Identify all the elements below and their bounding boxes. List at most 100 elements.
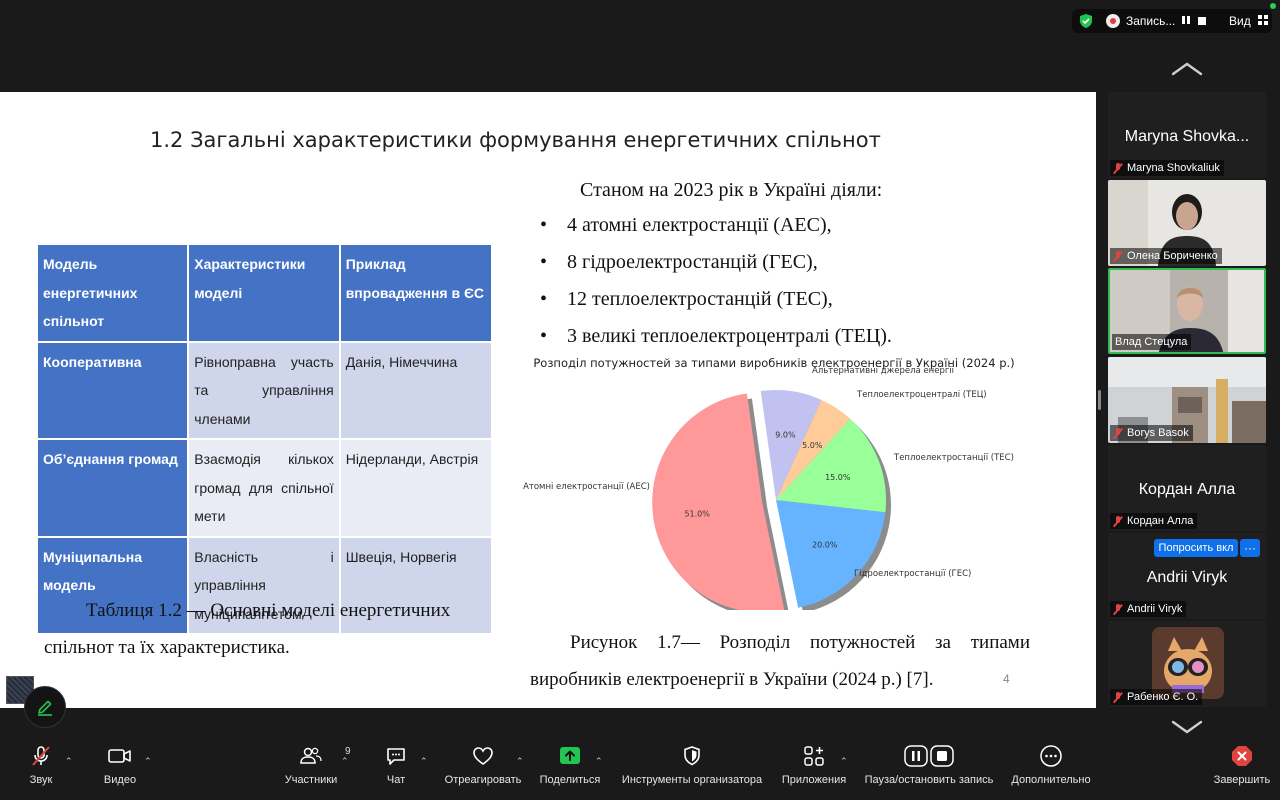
table-header-row: Модель енергетичних спільнот Характерист… [35,243,494,343]
ask-to-unmute-button[interactable]: Попросить вкл [1154,539,1238,557]
shield-icon [684,746,700,766]
apps-options-chevron-icon[interactable]: ⌃ [840,756,848,767]
chat-options-chevron-icon[interactable]: ⌃ [420,756,428,767]
host-tools-label: Инструменты организатора [621,774,763,786]
shared-screen-slide: 1.2 Загальні характеристики формування е… [0,92,1096,708]
mic-muted-icon [1113,603,1123,615]
participant-label: Влад Стецула [1112,334,1192,350]
participant-tile[interactable]: Borys Basok [1108,357,1266,443]
video-options-chevron-icon[interactable]: ⌃ [144,756,152,767]
pie-percent-label: 15.0% [825,473,851,482]
participant-more-button[interactable]: ··· [1240,539,1260,557]
meeting-toolbar: Звук ⌃ Видео ⌃ 9 Участники ⌃ Чат ⌃ Отреа… [0,738,1280,800]
participant-gallery: Maryna Shovka... Maryna Shovkaliuk Олена… [1108,92,1268,712]
table-cell: Взаємодія кількох громад для спільної ме… [187,438,341,538]
participant-label: Andrii Viryk [1110,601,1187,617]
connection-status-dot [1270,3,1276,9]
share-options-chevron-icon[interactable]: ⌃ [595,756,603,767]
participant-tile[interactable]: Maryna Shovka... Maryna Shovkaliuk [1108,92,1266,178]
react-button[interactable]: Отреагировать [440,738,526,800]
panel-resize-handle[interactable] [1098,390,1101,410]
pencil-icon [38,700,52,716]
more-icon [1040,745,1062,767]
table-header-cell: Модель енергетичних спільнот [35,243,190,343]
video-button[interactable]: Видео [92,738,148,800]
mic-muted-icon [1113,515,1123,527]
recording-controls-button[interactable]: Пауза/остановить запись [860,738,998,800]
list-item: • 12 теплоелектростанцій (ТЕС), [540,288,833,310]
chat-button[interactable]: Чат [376,738,416,800]
host-tools-button[interactable]: Инструменты организатора [616,738,768,800]
video-camera-icon [108,749,131,763]
mic-muted-icon [1113,427,1123,439]
recording-label: Запись... [1126,14,1176,28]
participants-button[interactable]: 9 Участники [278,738,351,800]
table-cell: Об’єднання громад [35,438,190,538]
table-row: Об’єднання громад Взаємодія кількох гром… [35,438,494,538]
pie-slice-label: Теплоелектроцентралі (ТЕЦ) [856,390,987,400]
participant-tile-active-speaker[interactable]: Влад Стецула [1108,268,1266,354]
table-row: Кооперативна Рівноправна участь та управ… [35,340,494,440]
participant-label: Рабенко Є. О. [1110,689,1203,705]
gallery-scroll-up-icon[interactable] [1170,60,1204,78]
mic-muted-icon [32,746,50,766]
audio-label: Звук [29,774,53,786]
end-meeting-label: Завершить [1213,774,1271,786]
participants-icon [300,747,322,764]
meeting-top-bar: Запись... Вид [0,0,1280,42]
figure-caption: Рисунок 1.7— Розподіл потужностей за тип… [530,632,1030,690]
community-models-table: Модель енергетичних спільнот Характерист… [35,243,494,635]
participant-tile[interactable]: Рабенко Є. О. [1108,621,1266,707]
participant-name-large: Кордан Алла [1138,481,1236,498]
apps-button[interactable]: Приложения [778,738,850,800]
recording-controls-label: Пауза/остановить запись [864,774,994,786]
pie-slice-label: Альтернативні джерела енергії [812,366,955,376]
view-grid-icon[interactable] [1258,15,1268,25]
recording-status-pill: Запись... Вид [1072,9,1272,33]
stop-recording-icon[interactable] [1198,17,1206,25]
share-screen-icon [560,747,580,764]
participant-label: Maryna Shovkaliuk [1110,160,1224,176]
audio-button[interactable]: Звук [14,738,68,800]
gallery-scroll-down-icon[interactable] [1170,718,1204,736]
table-cell: Кооперативна [35,340,190,440]
audio-options-chevron-icon[interactable]: ⌃ [65,756,73,767]
participants-label: Участники [284,774,338,786]
participant-label: Borys Basok [1110,425,1193,441]
participant-name-large: Maryna Shovka... [1124,128,1250,145]
view-button[interactable]: Вид [1229,14,1251,28]
video-label: Видео [103,774,137,786]
power-plants-list: • 4 атомні електростанції (АЕС), • 8 гідро… [540,214,892,362]
participant-tile[interactable]: Кордан Алла Кордан Алла [1108,445,1266,531]
apps-icon [804,746,824,766]
pie-percent-label: 51.0% [684,510,710,519]
heart-icon [473,747,493,765]
pie-slice-label: Атомні електростанції (АЕС) [523,482,650,492]
pie-percent-label: 20.0% [812,541,838,550]
slide-title: 1.2 Загальні характеристики формування е… [150,128,881,152]
mic-muted-icon [1113,250,1123,262]
end-meeting-button[interactable]: Завершить [1210,738,1274,800]
end-meeting-icon [1232,746,1252,766]
participant-label: Олена Бориченко [1110,248,1222,264]
pie-percent-label: 5.0% [802,441,823,450]
mic-muted-icon [1113,162,1123,174]
table-header-cell: Приклад впровадження в ЄС [338,243,494,343]
share-screen-button[interactable]: Поделиться [536,738,604,800]
list-item: • 4 атомні електростанції (АЕС), [540,214,832,236]
table-caption: Таблиця 1.2 — Основні моделі енергетични… [44,600,451,658]
table-cell: Нідерланди, Австрія [338,438,494,538]
more-button[interactable]: Дополнительно [1008,738,1094,800]
chat-label: Чат [386,774,406,786]
capacity-pie-chart: Розподіл потужностей за типами виробникі… [523,356,1015,610]
annotate-button[interactable] [24,686,66,728]
pie-slice-label: Теплоелектростанції (ТЕС) [893,453,1014,463]
participants-options-chevron-icon[interactable]: ⌃ [341,756,349,767]
pause-recording-icon[interactable] [1181,15,1191,25]
participant-tile[interactable]: Олена Бориченко [1108,180,1266,266]
pie-percent-label: 9.0% [775,431,796,440]
table-cell: Рівноправна участь та управління членами [187,340,341,440]
react-options-chevron-icon[interactable]: ⌃ [516,756,524,767]
pie-slice-label: Гідроелектростанції (ГЕС) [854,569,971,579]
list-item: • 8 гідроелектростанцій (ГЕС), [540,251,818,273]
